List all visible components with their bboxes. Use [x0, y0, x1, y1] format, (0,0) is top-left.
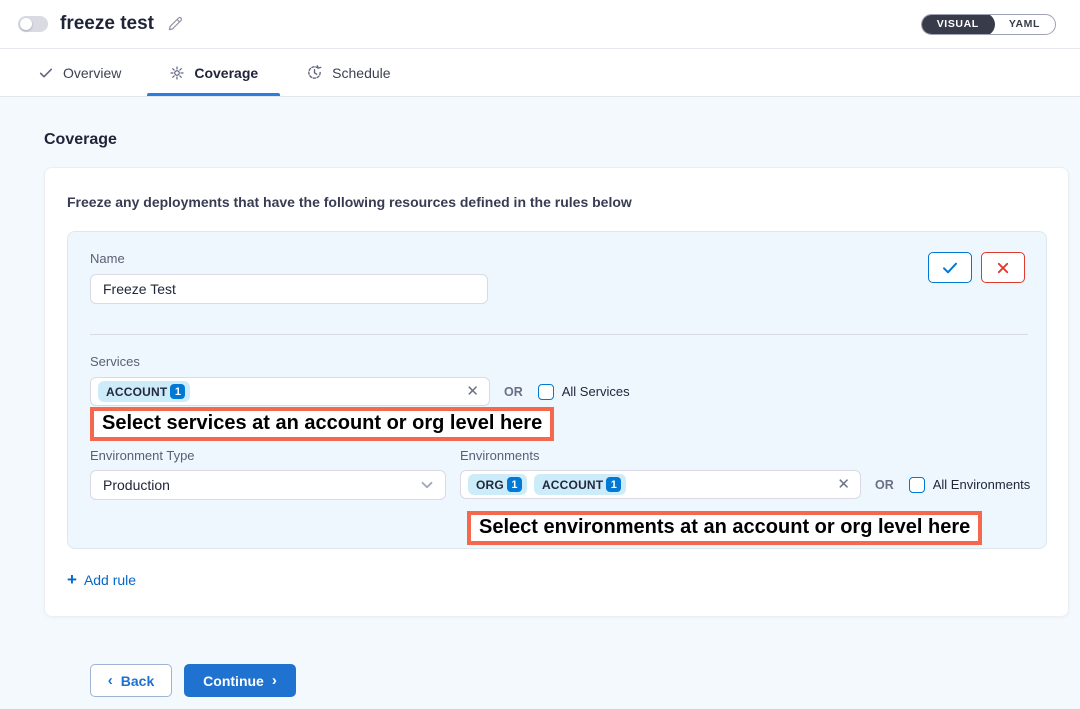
continue-button[interactable]: Continue › [184, 664, 296, 697]
count-badge: 1 [170, 384, 185, 399]
chevron-right-icon: › [272, 673, 277, 688]
add-rule-label: Add rule [84, 572, 136, 588]
chevron-left-icon: ‹ [108, 673, 113, 688]
name-input[interactable]: Freeze Test [90, 274, 488, 304]
environments-annotation: Select environments at an account or org… [467, 511, 982, 545]
chevron-down-icon [421, 481, 433, 489]
all-services-checkbox[interactable] [538, 384, 554, 400]
tab-schedule[interactable]: Schedule [282, 49, 414, 96]
edit-pencil-icon[interactable] [166, 15, 184, 33]
name-label: Name [90, 251, 125, 266]
visual-yaml-toggle: VISUAL YAML [921, 14, 1056, 35]
plus-icon: + [67, 571, 77, 588]
page-title: freeze test [60, 13, 154, 35]
rule-panel: Name Freeze Test Services ACCOUNT 1 [67, 231, 1047, 549]
environments-chip-account[interactable]: ACCOUNT 1 [534, 474, 626, 495]
all-services-label: All Services [562, 384, 630, 399]
check-icon [942, 261, 958, 275]
tab-bar: Overview Coverage Schedule [0, 49, 1080, 97]
rule-divider [90, 334, 1028, 335]
tab-overview-label: Overview [63, 65, 121, 81]
environment-type-value: Production [103, 477, 170, 493]
environments-or-label: OR [875, 478, 894, 492]
environment-type-label: Environment Type [90, 448, 195, 463]
back-button[interactable]: ‹ Back [90, 664, 172, 697]
close-icon [996, 261, 1010, 275]
tab-schedule-label: Schedule [332, 65, 390, 81]
services-label: Services [90, 354, 140, 369]
schedule-clock-icon [306, 64, 323, 81]
yaml-toggle-button[interactable]: YAML [994, 14, 1055, 35]
tab-coverage-label: Coverage [194, 65, 258, 81]
services-input[interactable]: ACCOUNT 1 ✕ [90, 377, 490, 406]
check-icon [38, 65, 54, 81]
delete-rule-button[interactable] [981, 252, 1025, 283]
environment-type-select[interactable]: Production [90, 470, 446, 500]
back-button-label: Back [121, 673, 154, 689]
services-or-label: OR [504, 385, 523, 399]
count-badge: 1 [606, 477, 621, 492]
services-chip-account[interactable]: ACCOUNT 1 [98, 381, 190, 402]
freeze-enable-toggle[interactable] [18, 16, 48, 32]
services-or-group: OR All Services [504, 377, 630, 406]
environments-chip-org[interactable]: ORG 1 [468, 474, 527, 495]
services-annotation: Select services at an account or org lev… [90, 407, 554, 441]
all-environments-checkbox[interactable] [909, 477, 925, 493]
tab-overview[interactable]: Overview [14, 49, 145, 96]
coverage-card: Freeze any deployments that have the fol… [44, 167, 1069, 617]
main-content: Coverage Freeze any deployments that hav… [0, 97, 1080, 697]
environments-input[interactable]: ORG 1 ACCOUNT 1 ✕ [460, 470, 861, 499]
visual-toggle-button[interactable]: VISUAL [921, 14, 995, 35]
environments-label: Environments [460, 448, 539, 463]
count-badge: 1 [507, 477, 522, 492]
header: freeze test VISUAL YAML [0, 0, 1080, 49]
tab-coverage[interactable]: Coverage [145, 49, 282, 96]
confirm-rule-button[interactable] [928, 252, 972, 283]
all-environments-label: All Environments [933, 477, 1031, 492]
toggle-knob [20, 18, 32, 30]
continue-button-label: Continue [203, 673, 264, 689]
rule-action-buttons [928, 252, 1025, 283]
card-description: Freeze any deployments that have the fol… [67, 194, 1047, 210]
section-title: Coverage [44, 131, 1080, 149]
environments-or-group: OR All Environments [875, 470, 1030, 499]
services-clear-icon[interactable]: ✕ [466, 384, 479, 399]
gear-icon [169, 65, 185, 81]
footer-actions: ‹ Back Continue › [90, 664, 1080, 697]
add-rule-button[interactable]: + Add rule [67, 571, 136, 588]
environments-clear-icon[interactable]: ✕ [837, 477, 850, 492]
name-input-value: Freeze Test [103, 281, 176, 297]
